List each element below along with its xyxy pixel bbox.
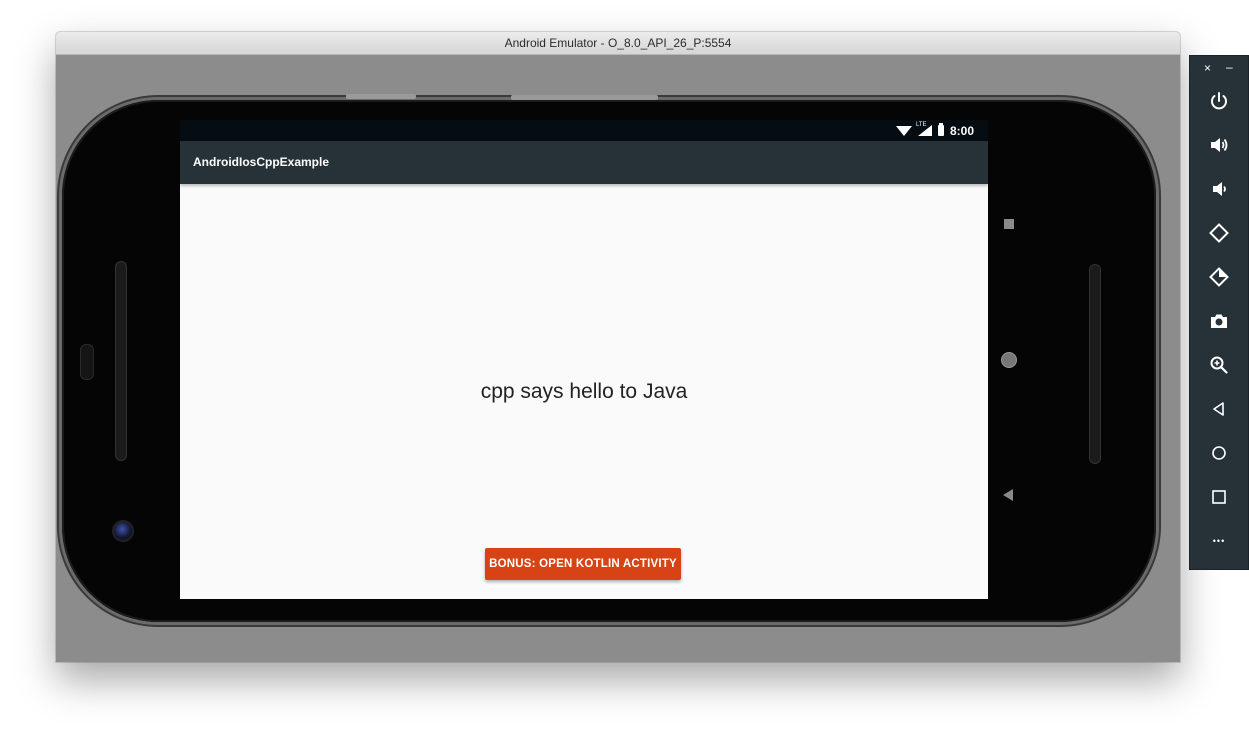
cell-signal-icon: LTE (915, 122, 932, 136)
status-icons: LTE 8:00 (895, 122, 974, 139)
toolbar-window-controls: × – (1190, 60, 1248, 78)
power-icon[interactable] (1204, 86, 1234, 116)
rotate-right-icon[interactable] (1204, 262, 1234, 292)
speaker-grille-right (1089, 264, 1101, 464)
network-type: LTE (915, 122, 927, 128)
open-kotlin-activity-button[interactable]: BONUS: OPEN KOTLIN ACTIVITY (485, 548, 681, 580)
home-nav-button[interactable] (1001, 352, 1017, 368)
camera-icon[interactable] (1204, 306, 1234, 336)
recents-nav-button[interactable] (1004, 219, 1014, 229)
app-bar: AndroidIosCppExample (180, 141, 988, 184)
battery-icon (937, 123, 944, 136)
window-title: Android Emulator - O_8.0_API_26_P:5554 (56, 32, 1180, 55)
wifi-icon (895, 125, 912, 136)
device-screen: LTE 8:00 AndroidIosCppExample cpp says h… (180, 120, 988, 599)
volume-down-icon[interactable] (1204, 174, 1234, 204)
status-bar: LTE 8:00 (180, 120, 988, 141)
back-icon[interactable] (1204, 394, 1234, 424)
emulator-toolbar: × – ••• (1189, 55, 1249, 570)
hello-message: cpp says hello to Java (480, 380, 688, 403)
sensor (80, 344, 94, 380)
volume-key (346, 94, 416, 99)
front-camera (112, 520, 134, 542)
minimize-icon[interactable]: – (1226, 60, 1233, 74)
close-icon[interactable]: × (1204, 61, 1211, 75)
zoom-icon[interactable] (1204, 350, 1234, 380)
speaker-grille-left (115, 261, 127, 461)
power-key (511, 95, 658, 100)
status-clock: 8:00 (949, 123, 974, 138)
more-label: ••• (1212, 536, 1226, 546)
more-icon[interactable]: ••• (1204, 526, 1234, 556)
rotate-left-icon[interactable] (1204, 218, 1234, 248)
overview-icon[interactable] (1204, 482, 1234, 512)
back-nav-button[interactable] (1003, 489, 1013, 501)
app-title: AndroidIosCppExample (193, 155, 330, 169)
desktop: Android Emulator - O_8.0_API_26_P:5554 L… (0, 0, 1249, 742)
volume-up-icon[interactable] (1204, 130, 1234, 160)
home-icon[interactable] (1204, 438, 1234, 468)
